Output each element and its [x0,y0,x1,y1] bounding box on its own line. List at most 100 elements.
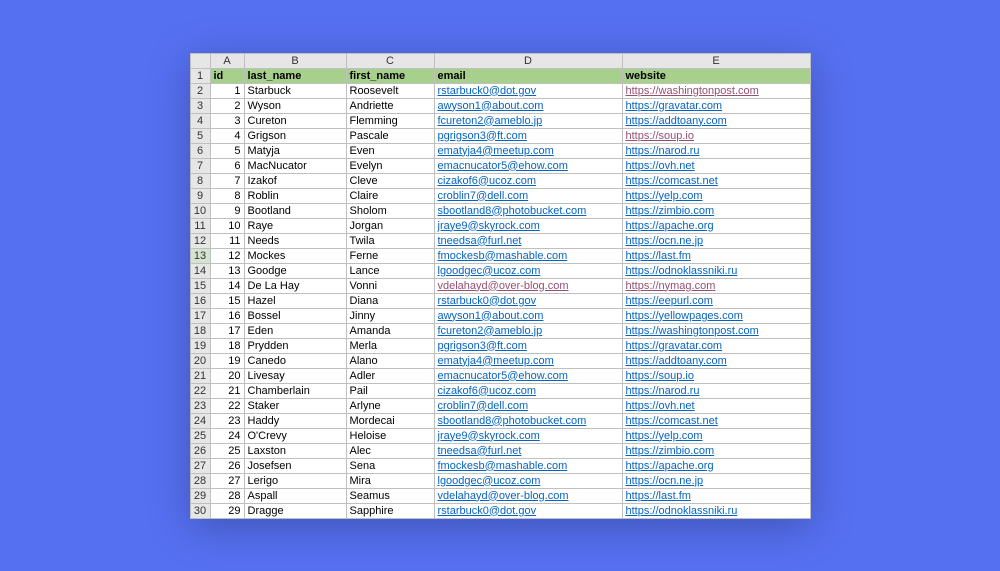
header-email[interactable]: email [434,68,622,83]
cell-website[interactable]: https://soup.io [622,368,810,383]
cell-first-name[interactable]: Pail [346,383,434,398]
website-link[interactable]: https://washingtonpost.com [626,325,759,337]
cell-first-name[interactable]: Diana [346,293,434,308]
website-link[interactable]: https://zimbio.com [626,205,715,217]
cell-website[interactable]: https://apache.org [622,458,810,473]
row-number[interactable]: 8 [190,173,210,188]
cell-id[interactable]: 7 [210,173,244,188]
cell-last-name[interactable]: Needs [244,233,346,248]
cell-last-name[interactable]: Wyson [244,98,346,113]
cell-website[interactable]: https://ocn.ne.jp [622,233,810,248]
cell-first-name[interactable]: Cleve [346,173,434,188]
row-number[interactable]: 21 [190,368,210,383]
cell-id[interactable]: 29 [210,503,244,518]
cell-email[interactable]: rstarbuck0@dot.gov [434,503,622,518]
cell-email[interactable]: vdelahayd@over-blog.com [434,488,622,503]
header-last-name[interactable]: last_name [244,68,346,83]
cell-last-name[interactable]: Canedo [244,353,346,368]
cell-first-name[interactable]: Jorgan [346,218,434,233]
select-all-corner[interactable] [190,53,210,68]
cell-first-name[interactable]: Merla [346,338,434,353]
cell-website[interactable]: https://comcast.net [622,173,810,188]
cell-email[interactable]: croblin7@dell.com [434,398,622,413]
row-number[interactable]: 13 [190,248,210,263]
cell-website[interactable]: https://addtoany.com [622,353,810,368]
email-link[interactable]: tneedsa@furl.net [438,445,522,457]
cell-first-name[interactable]: Adler [346,368,434,383]
cell-id[interactable]: 8 [210,188,244,203]
cell-last-name[interactable]: Starbuck [244,83,346,98]
cell-website[interactable]: https://last.fm [622,248,810,263]
cell-first-name[interactable]: Ferne [346,248,434,263]
website-link[interactable]: https://addtoany.com [626,355,727,367]
cell-website[interactable]: https://addtoany.com [622,113,810,128]
cell-first-name[interactable]: Even [346,143,434,158]
cell-email[interactable]: lgoodgec@ucoz.com [434,263,622,278]
email-link[interactable]: pgrigson3@ft.com [438,130,527,142]
row-number[interactable]: 3 [190,98,210,113]
website-link[interactable]: https://addtoany.com [626,115,727,127]
row-number[interactable]: 7 [190,158,210,173]
cell-email[interactable]: emacnucator5@ehow.com [434,368,622,383]
cell-last-name[interactable]: Staker [244,398,346,413]
cell-last-name[interactable]: Roblin [244,188,346,203]
row-number[interactable]: 9 [190,188,210,203]
cell-id[interactable]: 9 [210,203,244,218]
cell-first-name[interactable]: Amanda [346,323,434,338]
cell-last-name[interactable]: Haddy [244,413,346,428]
cell-id[interactable]: 26 [210,458,244,473]
cell-id[interactable]: 13 [210,263,244,278]
cell-last-name[interactable]: Aspall [244,488,346,503]
cell-website[interactable]: https://apache.org [622,218,810,233]
spreadsheet-grid[interactable]: A B C D E 1idlast_namefirst_nameemailweb… [190,53,811,519]
row-number[interactable]: 19 [190,338,210,353]
website-link[interactable]: https://apache.org [626,460,714,472]
website-link[interactable]: https://ovh.net [626,160,695,172]
cell-id[interactable]: 22 [210,398,244,413]
cell-first-name[interactable]: Sena [346,458,434,473]
row-number[interactable]: 6 [190,143,210,158]
cell-email[interactable]: awyson1@about.com [434,308,622,323]
cell-first-name[interactable]: Seamus [346,488,434,503]
email-link[interactable]: rstarbuck0@dot.gov [438,85,537,97]
row-number[interactable]: 18 [190,323,210,338]
cell-website[interactable]: https://ocn.ne.jp [622,473,810,488]
cell-last-name[interactable]: MacNucator [244,158,346,173]
cell-first-name[interactable]: Vonni [346,278,434,293]
cell-first-name[interactable]: Alec [346,443,434,458]
cell-id[interactable]: 11 [210,233,244,248]
email-link[interactable]: fmockesb@mashable.com [438,460,568,472]
cell-last-name[interactable]: Mockes [244,248,346,263]
email-link[interactable]: tneedsa@furl.net [438,235,522,247]
cell-first-name[interactable]: Mordecai [346,413,434,428]
email-link[interactable]: awyson1@about.com [438,100,544,112]
email-link[interactable]: fmockesb@mashable.com [438,250,568,262]
cell-last-name[interactable]: Izakof [244,173,346,188]
cell-email[interactable]: sbootland8@photobucket.com [434,203,622,218]
cell-last-name[interactable]: O'Crevy [244,428,346,443]
cell-first-name[interactable]: Evelyn [346,158,434,173]
website-link[interactable]: https://ocn.ne.jp [626,235,704,247]
cell-id[interactable]: 3 [210,113,244,128]
cell-id[interactable]: 6 [210,158,244,173]
row-number[interactable]: 5 [190,128,210,143]
cell-id[interactable]: 24 [210,428,244,443]
email-link[interactable]: emacnucator5@ehow.com [438,370,568,382]
cell-email[interactable]: jraye9@skyrock.com [434,218,622,233]
cell-email[interactable]: tneedsa@furl.net [434,233,622,248]
website-link[interactable]: https://comcast.net [626,175,718,187]
cell-first-name[interactable]: Pascale [346,128,434,143]
cell-website[interactable]: https://zimbio.com [622,443,810,458]
cell-website[interactable]: https://odnoklassniki.ru [622,503,810,518]
cell-website[interactable]: https://narod.ru [622,143,810,158]
row-number[interactable]: 22 [190,383,210,398]
cell-email[interactable]: ematyja4@meetup.com [434,143,622,158]
cell-email[interactable]: sbootland8@photobucket.com [434,413,622,428]
cell-last-name[interactable]: Chamberlain [244,383,346,398]
email-link[interactable]: croblin7@dell.com [438,400,529,412]
cell-email[interactable]: pgrigson3@ft.com [434,128,622,143]
email-link[interactable]: vdelahayd@over-blog.com [438,280,569,292]
cell-website[interactable]: https://yelp.com [622,428,810,443]
col-header-A[interactable]: A [210,53,244,68]
email-link[interactable]: vdelahayd@over-blog.com [438,490,569,502]
